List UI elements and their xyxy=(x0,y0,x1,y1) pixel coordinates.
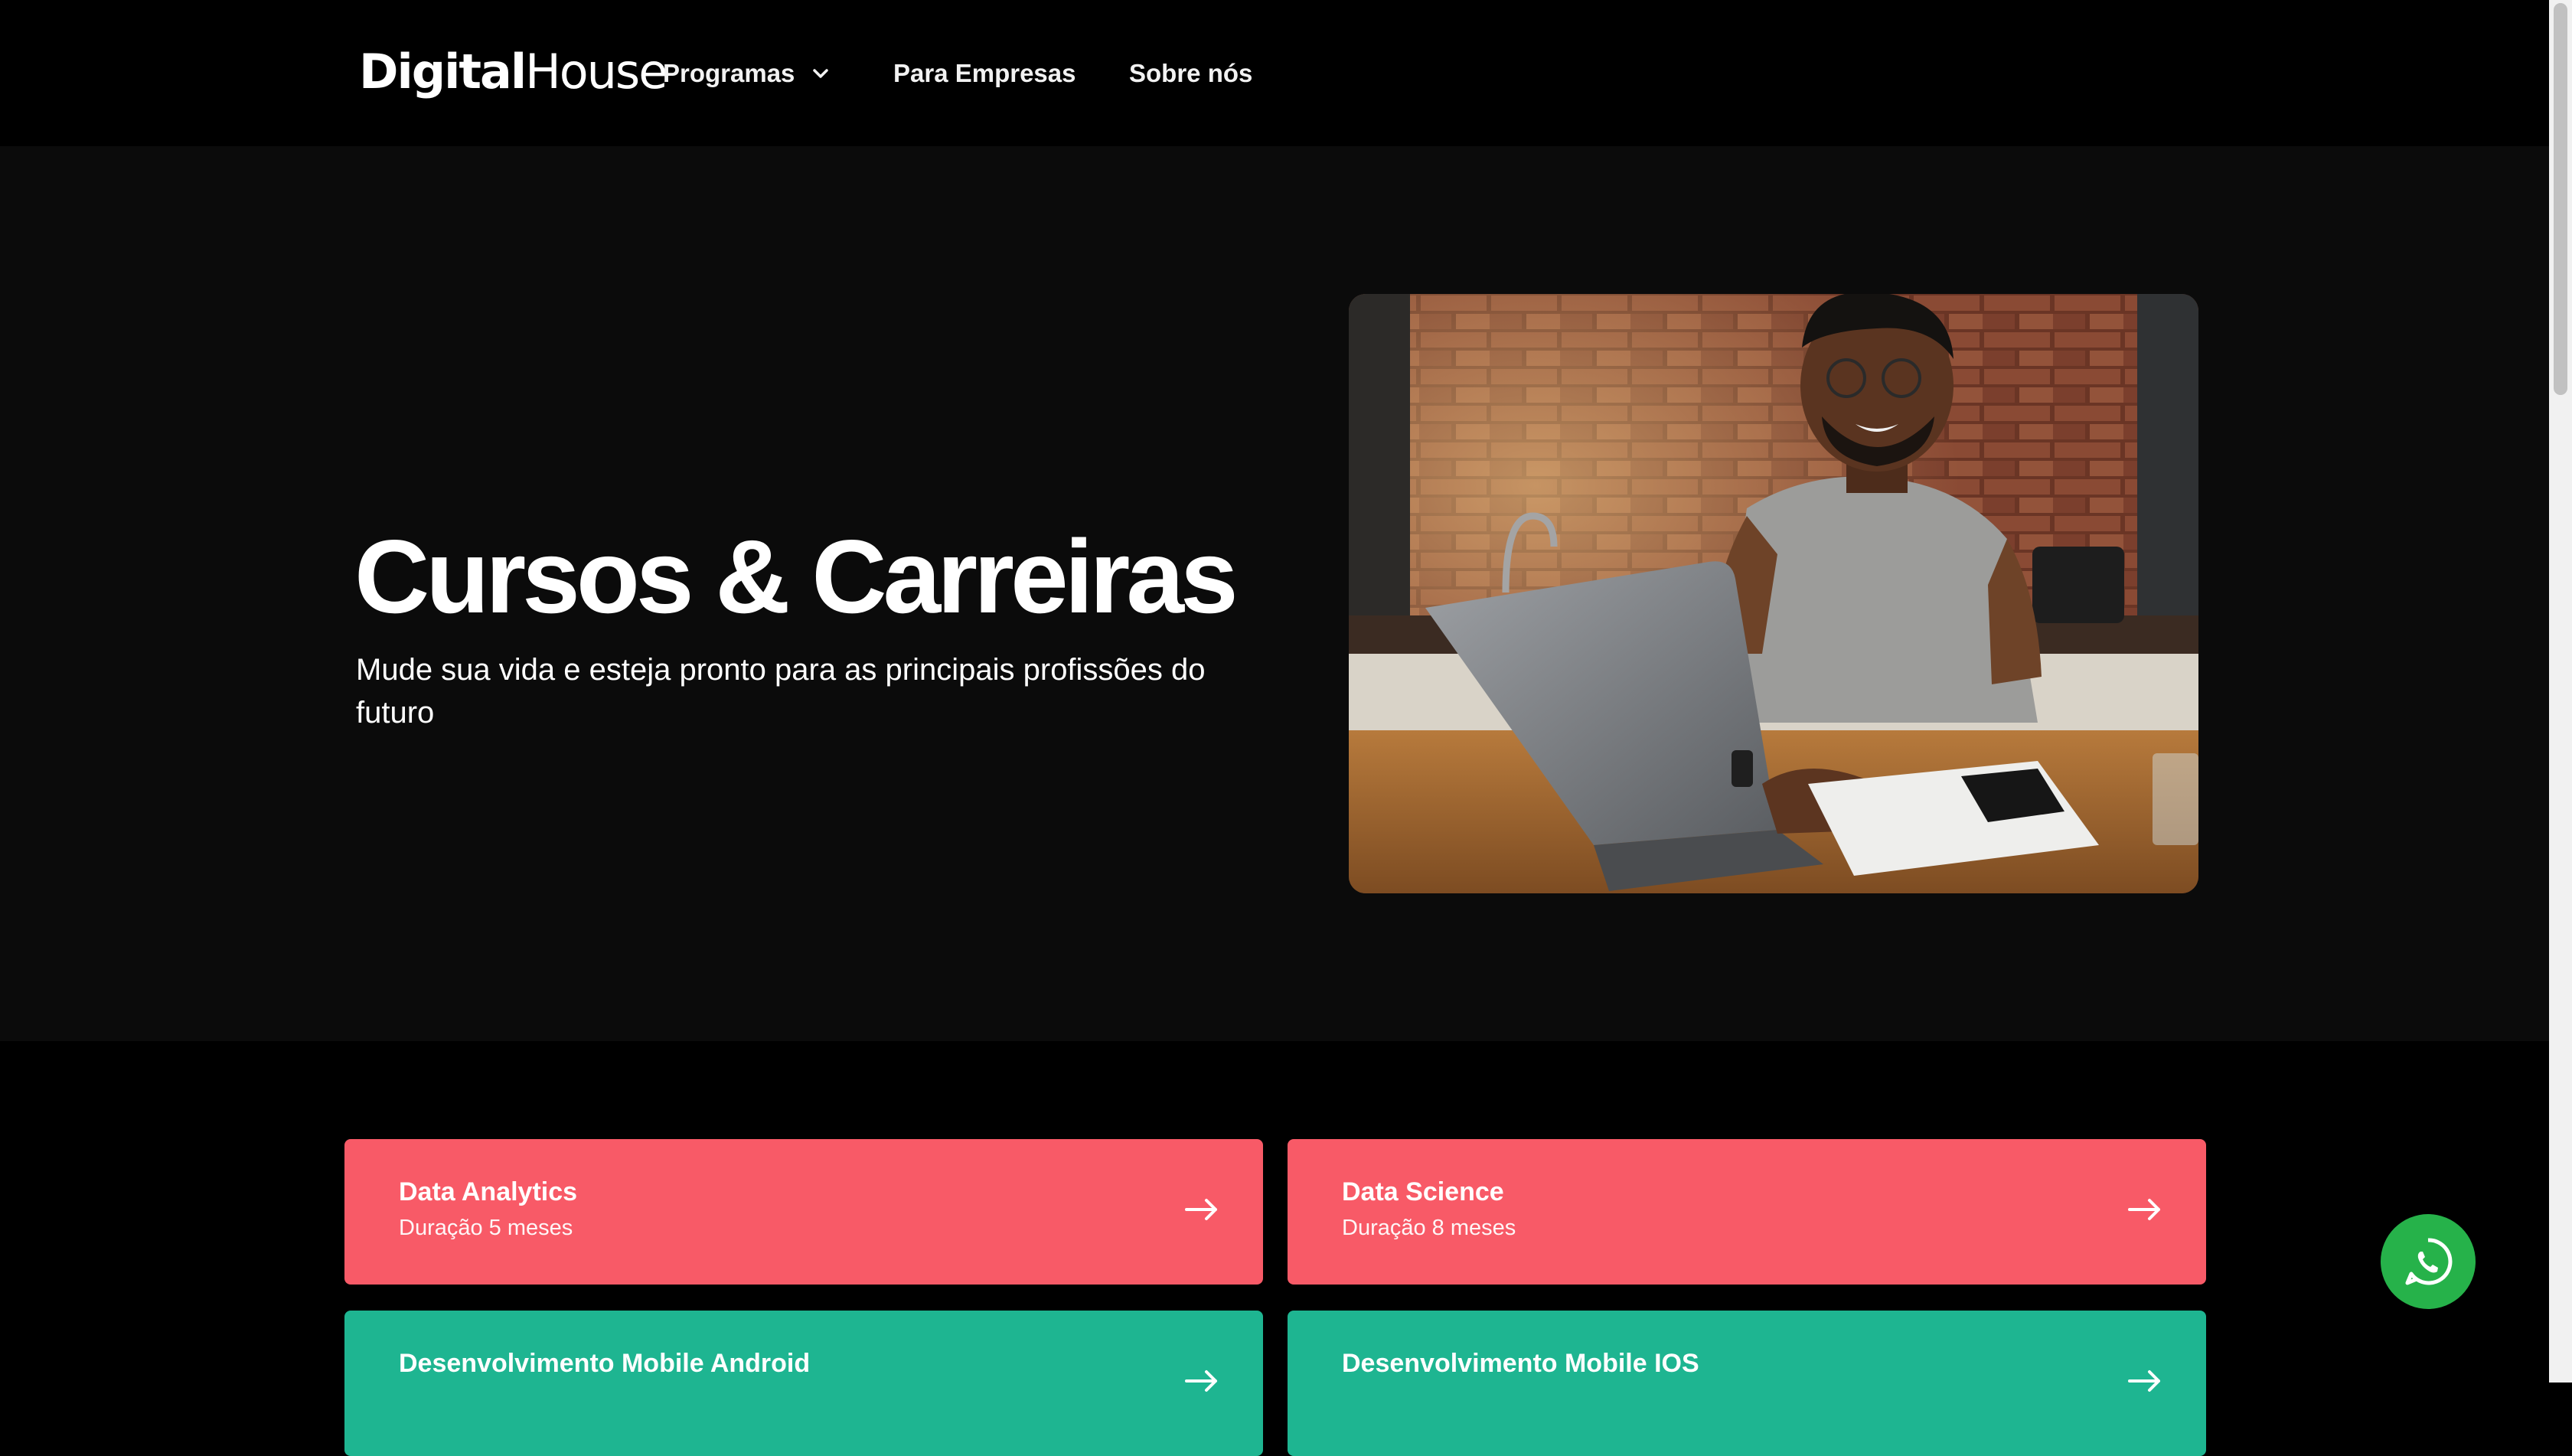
chevron-down-icon xyxy=(813,69,829,78)
course-card-mobile-android[interactable]: Desenvolvimento Mobile Android xyxy=(344,1311,1263,1456)
nav-para-empresas-label: Para Empresas xyxy=(893,59,1076,87)
scrollbar-thumb[interactable] xyxy=(2554,3,2567,395)
nav-programas-label: Programas xyxy=(663,59,795,87)
logo-text-digital: Digital xyxy=(359,44,527,100)
course-title: Desenvolvimento Mobile IOS xyxy=(1342,1349,1699,1378)
course-card-data-analytics[interactable]: Data Analytics Duração 5 meses xyxy=(344,1139,1263,1285)
whatsapp-icon xyxy=(2405,1238,2453,1285)
arrow-right-icon xyxy=(2128,1370,2160,1392)
hero-section: Cursos & Carreiras Mude sua vida e estej… xyxy=(0,146,2549,1041)
course-title: Data Science xyxy=(1342,1177,1504,1206)
hero-title: Cursos & Carreiras xyxy=(354,518,1239,635)
arrow-right-icon xyxy=(2128,1199,2160,1220)
course-title: Data Analytics xyxy=(399,1177,578,1206)
arrow-right-icon xyxy=(1185,1199,1217,1220)
nav-sobre-nos[interactable]: Sobre nós xyxy=(1129,54,1252,93)
course-title: Desenvolvimento Mobile Android xyxy=(399,1349,811,1378)
nav-sobre-nos-label: Sobre nós xyxy=(1129,59,1253,87)
nav-para-empresas[interactable]: Para Empresas xyxy=(893,54,1076,93)
hero-photo-illustration xyxy=(1349,294,2198,893)
arrow-right-icon xyxy=(1185,1370,1217,1392)
course-card-data-science[interactable]: Data Science Duração 8 meses xyxy=(1288,1139,2206,1285)
top-navigation-bar: DigitalHouse Programas Para Empresas Sob… xyxy=(0,0,2549,146)
digitalhouse-logo[interactable]: DigitalHouse xyxy=(359,44,667,100)
logo-text-house: House xyxy=(525,44,667,100)
hero-subtitle: Mude sua vida e esteja pronto para as pr… xyxy=(356,653,1206,730)
whatsapp-button[interactable] xyxy=(2381,1214,2476,1309)
nav-programas[interactable]: Programas xyxy=(663,54,830,93)
course-card-mobile-ios[interactable]: Desenvolvimento Mobile IOS xyxy=(1288,1311,2206,1456)
course-duration: Duração 8 meses xyxy=(1342,1216,1516,1240)
hero-image xyxy=(1349,294,2198,893)
course-duration: Duração 5 meses xyxy=(399,1216,573,1240)
